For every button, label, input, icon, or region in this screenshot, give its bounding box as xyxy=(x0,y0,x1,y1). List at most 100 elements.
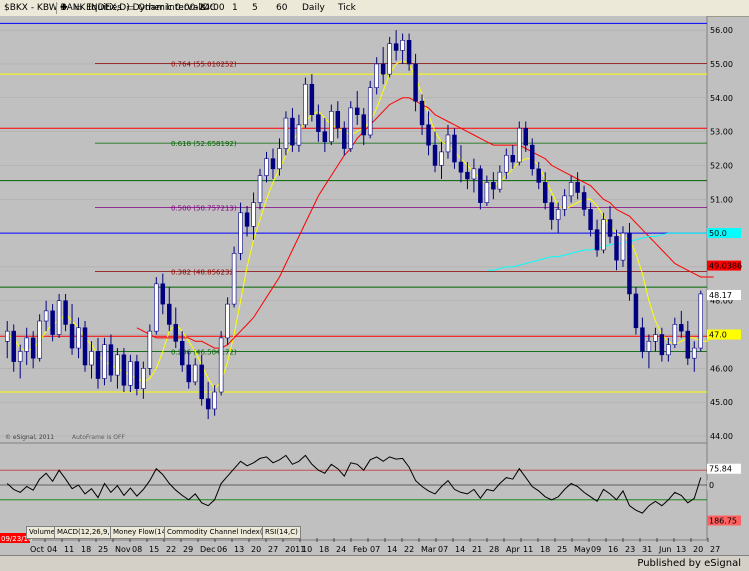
candle-body xyxy=(43,310,49,322)
candle-body xyxy=(685,330,691,359)
x-tick-label: 18 xyxy=(540,545,550,554)
candle-body xyxy=(167,303,172,325)
candle-body xyxy=(251,202,256,227)
y-tick-label: 55.00 xyxy=(710,60,733,69)
candle-body xyxy=(56,300,62,335)
candle-body xyxy=(95,351,101,379)
candle-body xyxy=(24,337,29,352)
price-badges: 50.0 49.0386 48.17 47.0 xyxy=(707,228,742,340)
candle-body xyxy=(238,212,243,254)
candle-body xyxy=(646,341,652,352)
candle-body xyxy=(439,151,444,166)
fib-level-label: 0.382 (48.856232) xyxy=(171,269,237,277)
candle-body xyxy=(614,236,619,261)
candle-body xyxy=(212,391,217,410)
indicator-tabs: Volume MACD(12,26,9,C) Money Flow(14) Co… xyxy=(0,526,749,539)
x-tick-label: 20 xyxy=(693,545,703,554)
candle-body xyxy=(108,344,114,376)
x-tick-label: 11 xyxy=(64,545,74,554)
x-tick-label: 10 xyxy=(302,545,312,554)
candle-body xyxy=(11,330,16,362)
x-tick-label: 25 xyxy=(557,545,567,554)
y-tick-label: 46.00 xyxy=(710,364,733,373)
x-tick-label: 11 xyxy=(523,545,533,554)
x-tick-label: 14 xyxy=(387,545,397,554)
fib-level-label: 0.500 (50.757213) xyxy=(171,204,237,212)
x-tick-label: 13 xyxy=(234,545,244,554)
candle-body xyxy=(672,324,678,345)
candle-body xyxy=(147,330,153,369)
y-tick-label: 54.00 xyxy=(710,94,733,103)
y-tick-label: 56.00 xyxy=(710,26,733,35)
candle-body xyxy=(244,212,250,227)
candle-body xyxy=(504,154,509,173)
candle-body xyxy=(218,337,224,393)
candle-body xyxy=(335,111,341,129)
rsi-panel xyxy=(0,443,707,526)
rsi-badge-label: 0 xyxy=(709,481,714,490)
x-tick-label: 16 xyxy=(608,545,618,554)
candle-body xyxy=(458,161,464,173)
x-tick-label: 24 xyxy=(336,545,346,554)
candle-body xyxy=(179,341,185,366)
candle-body xyxy=(510,154,516,163)
y-tick-label: 51.00 xyxy=(710,195,733,204)
candle-body xyxy=(205,398,211,410)
candle-body xyxy=(270,158,276,170)
candle-body xyxy=(640,327,645,352)
candle-body xyxy=(69,324,75,349)
candle-body xyxy=(17,351,23,362)
candle-body xyxy=(575,182,580,193)
tab-money-flow[interactable]: Money Flow(14) xyxy=(110,526,172,539)
candle-body xyxy=(173,324,179,342)
candle-body xyxy=(296,124,302,146)
candle-body xyxy=(581,192,587,210)
x-tick-label: Mar xyxy=(421,545,437,554)
candle-body xyxy=(160,283,166,305)
x-tick-label: Nov xyxy=(115,545,131,554)
candle-body xyxy=(529,144,535,170)
candle-body xyxy=(406,39,412,65)
candle-body xyxy=(497,171,503,190)
candle-body xyxy=(465,171,470,180)
x-tick-label: 20 xyxy=(251,545,261,554)
candle-body xyxy=(698,293,704,349)
candle-body xyxy=(141,368,146,389)
candle-body xyxy=(50,310,55,335)
candle-body xyxy=(316,114,321,132)
candle-body xyxy=(601,219,606,251)
candle-body xyxy=(134,361,140,389)
x-tick-label: 09 xyxy=(591,545,601,554)
y-tick-label: 45.00 xyxy=(710,398,733,407)
candle-body xyxy=(620,232,626,261)
x-tick-label: 23 xyxy=(625,545,635,554)
candle-body xyxy=(562,195,567,210)
x-tick-label: Dec xyxy=(200,545,215,554)
x-tick-label: 28 xyxy=(489,545,499,554)
candle-body xyxy=(517,127,522,163)
y-tick-label: 53.00 xyxy=(710,128,733,137)
candle-body xyxy=(37,320,42,359)
candle-body xyxy=(555,209,561,220)
rsi-badge-label: 186.75 xyxy=(709,517,737,526)
candle-body xyxy=(303,83,308,126)
x-tick-label: 07 xyxy=(438,545,448,554)
x-tick-label: 27 xyxy=(268,545,278,554)
x-tick-label: 25 xyxy=(98,545,108,554)
candle-body xyxy=(309,83,315,115)
candle-body xyxy=(523,127,529,146)
candle-body xyxy=(692,347,697,359)
tab-rsi[interactable]: RSI(14,C) xyxy=(262,526,301,539)
candle-body xyxy=(30,337,36,359)
candle-body xyxy=(82,327,88,366)
status-bar: Published by eSignal xyxy=(0,555,749,571)
rsi-badge-label: 75.84 xyxy=(709,465,732,474)
candle-body xyxy=(329,111,334,143)
candle-body xyxy=(264,158,269,176)
candle-body xyxy=(115,354,120,376)
candle-body xyxy=(290,117,295,146)
candle-body xyxy=(89,351,94,366)
candle-body xyxy=(607,219,613,237)
fib-level-label: 0.618 (52.658192) xyxy=(171,140,237,148)
x-tick-label: 07 xyxy=(370,545,380,554)
